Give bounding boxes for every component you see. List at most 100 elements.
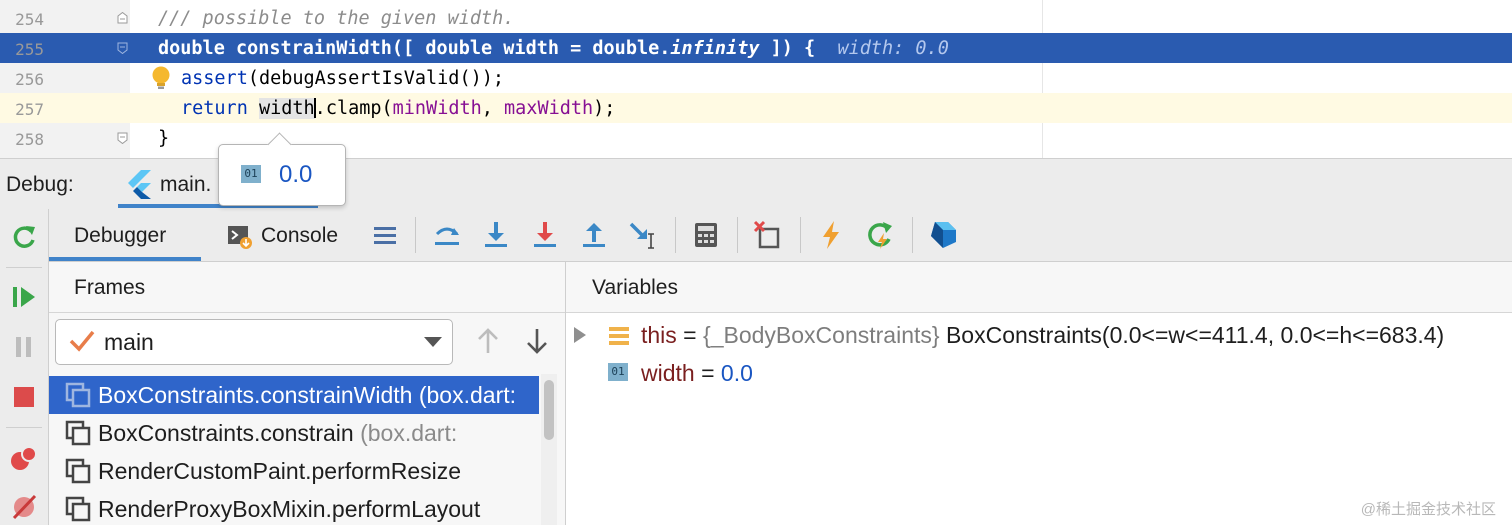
rerun-icon[interactable]	[8, 221, 40, 253]
flutter-icon	[128, 170, 151, 199]
debug-side-toolbar	[0, 209, 49, 525]
variable-type: {_BodyBoxConstraints}	[703, 322, 946, 348]
code-line-255-execution-point[interactable]: 255 double constrainWidth([ double width…	[0, 33, 1512, 63]
fold-marker-icon[interactable]	[117, 12, 128, 24]
toolbar-separator	[6, 427, 42, 428]
check-icon	[69, 330, 95, 352]
frame-list[interactable]: BoxConstraints.constrainWidth (box.dart:…	[49, 372, 539, 525]
intention-bulb-icon[interactable]	[150, 65, 172, 91]
code-line-256[interactable]: 256 assert(debugAssertIsValid());	[0, 63, 1512, 93]
frame-source: (box.dart:	[418, 382, 517, 408]
code-line-257-caret[interactable]: 257 return width.clamp(minWidth, maxWidt…	[0, 93, 1512, 123]
variables-panel: Variables this = {_BodyBoxConstraints} B…	[566, 262, 1512, 525]
value-tooltip[interactable]: 01 0.0	[218, 132, 346, 206]
selected-thread: main	[104, 329, 154, 355]
code-punct: ([	[391, 38, 426, 59]
step-out-icon[interactable]	[577, 218, 611, 252]
scrollbar-thumb[interactable]	[544, 380, 554, 440]
stack-frame-icon	[65, 382, 91, 408]
line-number: 255	[15, 40, 44, 59]
variable-name: width	[641, 360, 695, 386]
code-constant: infinity	[670, 38, 760, 59]
previous-frame-arrow-icon[interactable]	[473, 326, 503, 356]
view-breakpoints-icon[interactable]	[8, 443, 40, 475]
code-line-254[interactable]: 254 /// possible to the given width.	[0, 3, 1512, 33]
force-step-into-icon[interactable]	[528, 218, 562, 252]
run-to-cursor-icon[interactable]	[626, 218, 660, 252]
fold-marker-icon[interactable]	[117, 132, 128, 144]
code-keyword: double	[425, 38, 493, 59]
hovered-identifier[interactable]: width	[258, 98, 315, 119]
code-editor[interactable]: 254 /// possible to the given width. 255…	[0, 0, 1512, 158]
frame-name: RenderCustomPaint.performResize	[98, 458, 462, 484]
variable-value: BoxConstraints(0.0<=w<=411.4, 0.0<=h<=68…	[945, 322, 1445, 348]
next-frame-arrow-icon[interactable]	[522, 326, 552, 356]
watermark: @稀土掘金技术社区	[1360, 501, 1496, 518]
fold-marker-icon[interactable]	[117, 42, 128, 54]
code-punct: .	[314, 98, 326, 119]
tab-console-label: Console	[261, 224, 339, 247]
stack-frame-icon	[65, 496, 91, 522]
param-decl: width =	[492, 38, 593, 59]
expand-arrow-icon[interactable]	[574, 327, 586, 343]
line-number: 258	[15, 130, 44, 149]
toolbar-separator	[912, 217, 913, 253]
chevron-down-icon[interactable]	[424, 337, 442, 347]
frame-label: BoxConstraints.constrain (box.dart:	[98, 420, 457, 447]
frame-source: (box.dart:	[360, 420, 458, 446]
frames-panel: Frames main BoxConstraints.constrainWidt…	[49, 262, 566, 525]
frame-item-selected[interactable]: BoxConstraints.constrainWidth (box.dart:	[49, 376, 539, 414]
frame-item[interactable]: RenderCustomPaint.performResize	[49, 452, 539, 490]
dart-devtools-icon[interactable]	[926, 218, 960, 252]
mute-breakpoints-icon[interactable]	[8, 491, 40, 523]
resume-icon[interactable]	[8, 281, 40, 313]
toolbar-separator	[737, 217, 738, 253]
tab-console[interactable]: Console	[225, 209, 365, 261]
code-text: assert(debugAssertIsValid());	[181, 68, 504, 89]
active-tab-indicator	[49, 257, 201, 261]
step-into-icon[interactable]	[479, 218, 513, 252]
toolbar-separator	[800, 217, 801, 253]
drop-frame-icon[interactable]	[751, 218, 785, 252]
variable-row-this[interactable]: this = {_BodyBoxConstraints} BoxConstrai…	[566, 317, 1512, 353]
frame-item[interactable]: BoxConstraints.constrain (box.dart:	[49, 414, 539, 452]
toolbar-separator	[415, 217, 416, 253]
code-comment: /// possible to the given width.	[158, 8, 515, 29]
hot-reload-icon[interactable]	[814, 218, 848, 252]
line-number: 256	[15, 70, 44, 89]
variable-text: width = 0.0	[641, 360, 753, 387]
toolbar-separator	[675, 217, 676, 253]
stop-icon[interactable]	[8, 381, 40, 413]
code-punct: ,	[481, 98, 505, 119]
toolbar-separator	[6, 267, 42, 268]
stack-frame-icon	[65, 458, 91, 484]
thread-selector[interactable]: main	[55, 319, 453, 365]
show-execution-point-icon[interactable]	[430, 218, 464, 252]
hot-restart-icon[interactable]	[863, 218, 897, 252]
frames-scrollbar[interactable]	[541, 374, 557, 525]
code-call: clamp(	[325, 98, 393, 119]
line-number: 257	[15, 100, 44, 119]
code-text: double constrainWidth([ double width = d…	[158, 38, 949, 59]
variable-row-width[interactable]: 01 width = 0.0	[566, 355, 1512, 391]
debug-label: Debug:	[6, 173, 74, 196]
code-field: minWidth	[392, 98, 482, 119]
frame-label: RenderProxyBoxMixin.performLayout	[98, 496, 480, 523]
evaluate-expression-icon[interactable]	[689, 218, 723, 252]
code-call: assert	[181, 68, 248, 89]
variable-name: this	[641, 322, 677, 348]
frame-name: RenderProxyBoxMixin.performLayout	[98, 496, 481, 522]
primitive-variable-icon: 01	[608, 363, 628, 381]
layout-menu-icon[interactable]	[368, 218, 402, 252]
primitive-variable-icon: 01	[241, 165, 261, 183]
variable-text: this = {_BodyBoxConstraints} BoxConstrai…	[641, 322, 1444, 349]
variables-title: Variables	[592, 276, 678, 299]
frame-name: BoxConstraints.constrainWidth	[98, 382, 419, 408]
code-punct: );	[593, 98, 616, 119]
frame-name: BoxConstraints.constrain	[98, 420, 361, 446]
code-keyword: double.	[592, 38, 671, 59]
pause-icon[interactable]	[8, 331, 40, 363]
frame-item[interactable]: RenderProxyBoxMixin.performLayout	[49, 490, 539, 525]
line-number: 254	[15, 10, 44, 29]
tab-debugger[interactable]: Debugger	[49, 209, 201, 261]
